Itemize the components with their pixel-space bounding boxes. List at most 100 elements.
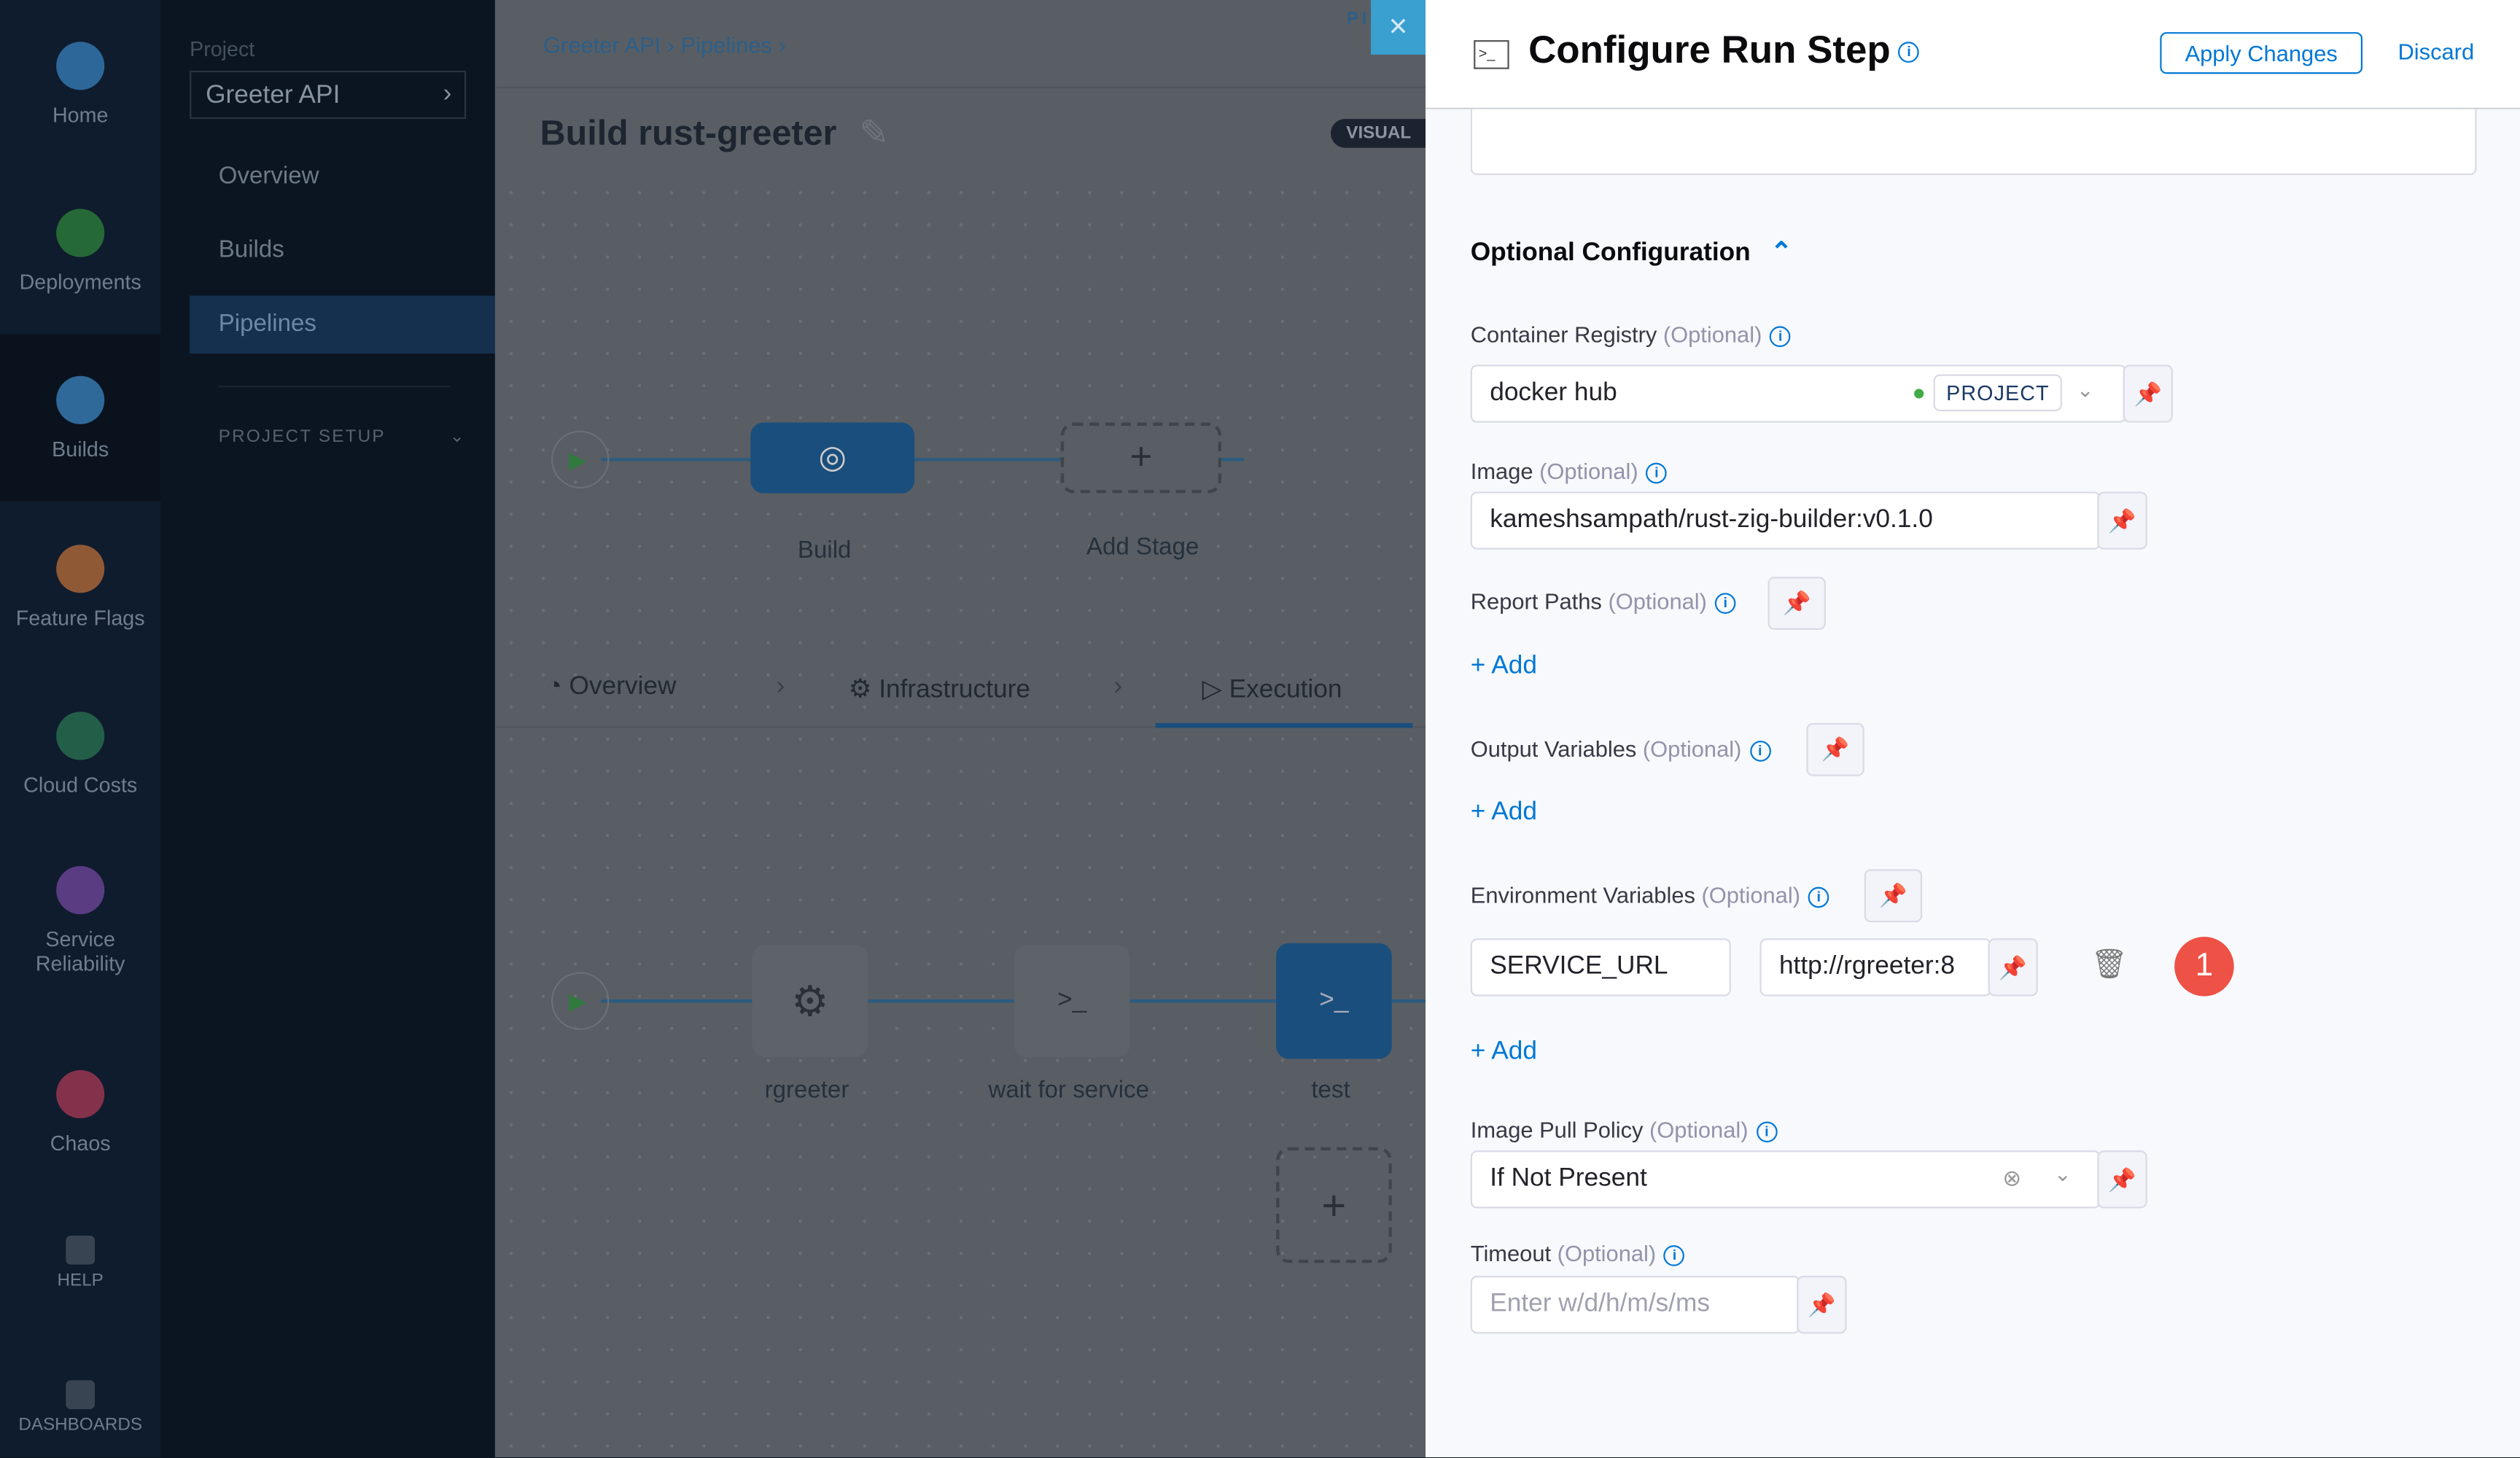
env-var-key-input[interactable]: SERVICE_URL	[1470, 938, 1731, 997]
discard-button[interactable]: Discard	[2398, 39, 2475, 64]
service-reliability-icon	[56, 866, 105, 915]
nav-item-builds[interactable]: Builds	[0, 334, 161, 502]
tab-infrastructure[interactable]: ⚙ Infrastructure	[849, 674, 1030, 706]
home-icon	[56, 41, 105, 90]
step-badge: 1	[2174, 936, 2234, 997]
pin-icon[interactable]: 📌	[1797, 1276, 1847, 1334]
nav-label: Chaos	[50, 1130, 111, 1155]
breadcrumb-greeter-api[interactable]: Greeter API	[543, 32, 661, 58]
pin-icon[interactable]: 📌	[1864, 869, 1923, 923]
sidebar-item-overview[interactable]: Overview	[190, 148, 495, 206]
nav-label: Cloud Costs	[23, 772, 138, 797]
nav-label: Feature Flags	[15, 604, 145, 629]
add-step-button[interactable]: +	[1276, 1147, 1392, 1263]
nav-label: Home	[52, 101, 109, 127]
nav-label: Service Reliability	[35, 927, 125, 975]
nav-item-chaos[interactable]: Chaos	[0, 1029, 160, 1196]
chevron-up-icon: ⌃	[1770, 239, 1792, 267]
terminal-icon: >_	[1474, 40, 1509, 69]
timeout-label: Timeout (Optional) i	[1471, 1241, 1685, 1266]
pin-icon[interactable]: 📌	[2123, 364, 2173, 423]
pin-icon[interactable]: 📌	[1988, 938, 2038, 997]
env-var-value-input[interactable]: http://rgreeter:8	[1759, 938, 1991, 997]
nav-item-dashboards[interactable]: DASHBOARDS	[0, 1357, 160, 1457]
clear-icon[interactable]: ⊗	[2002, 1165, 2021, 1192]
info-icon: i	[1664, 1244, 1685, 1266]
report-paths-label: Report Paths (Optional) i	[1471, 588, 1736, 614]
dashboards-icon	[66, 1380, 96, 1409]
nav-item-feature-flags[interactable]: Feature Flags	[0, 503, 160, 670]
image-label: Image (Optional) i	[1471, 458, 1668, 483]
nav-item-help[interactable]: HELP	[0, 1213, 160, 1313]
pipeline-studio: Greeter API › Pipelines › Build rust-gre…	[494, 0, 1428, 1458]
chevron-down-icon: ⌄	[449, 427, 467, 447]
visual-toggle[interactable]: VISUAL	[1330, 119, 1428, 148]
project-sidebar: Project Greeter API › Overview Builds Pip…	[160, 0, 495, 1458]
start-node: ▶	[551, 430, 610, 489]
cloud-costs-icon	[56, 711, 105, 760]
sidebar-item-builds[interactable]: Builds	[190, 222, 495, 279]
builds-icon	[56, 375, 105, 424]
add-report-path-button[interactable]: + Add	[1471, 652, 1537, 682]
chevron-right-icon: ›	[443, 80, 452, 108]
info-icon[interactable]: i	[1898, 42, 1920, 63]
step-rgreeter[interactable]: ⚙	[752, 945, 868, 1058]
sidebar-item-pipelines[interactable]: Pipelines	[190, 295, 495, 354]
image-input[interactable]: kameshsampath/rust-zig-builder:v0.1.0	[1470, 491, 2101, 550]
page-title: Build rust-greeter ✎	[540, 112, 890, 153]
pin-icon[interactable]: 📌	[1806, 722, 1864, 776]
close-icon[interactable]: ×	[1371, 0, 1426, 55]
info-icon: i	[1770, 325, 1792, 347]
nav-item-deployments[interactable]: Deployments	[0, 167, 160, 334]
container-registry-label: Container Registry (Optional) i	[1471, 321, 1792, 347]
pin-icon[interactable]: 📌	[2097, 491, 2147, 550]
edit-icon[interactable]: ✎	[860, 112, 890, 152]
add-stage-button[interactable]: +	[1060, 422, 1222, 494]
env-vars-label: Environment Variables (Optional) i	[1471, 882, 1829, 908]
add-env-var-button[interactable]: + Add	[1471, 1038, 1537, 1067]
nav-label: Builds	[52, 436, 109, 461]
nav-label: Deployments	[19, 269, 141, 294]
trash-icon[interactable]: 🗑	[2091, 948, 2128, 981]
tab-overview[interactable]: ◔ Overview	[546, 674, 676, 703]
pin-icon[interactable]: 📌	[1768, 577, 1826, 631]
status-dot	[1914, 389, 1924, 399]
tab-execution[interactable]: ▷ Execution	[1202, 674, 1342, 706]
deployments-icon	[56, 208, 105, 257]
add-output-variable-button[interactable]: + Add	[1471, 798, 1537, 827]
info-icon: i	[1714, 592, 1736, 614]
step-label: rgreeter	[764, 1076, 849, 1104]
start-node: ▶	[551, 972, 610, 1030]
command-editor[interactable]	[1470, 109, 2477, 176]
project-name: Greeter API	[206, 82, 341, 109]
chevron-down-icon: ⌄	[2076, 377, 2094, 402]
container-registry-select[interactable]: docker hub PROJECT ⌄	[1470, 364, 2127, 423]
nav-item-service-reliability[interactable]: Service Reliability	[0, 837, 160, 1004]
timeout-input[interactable]: Enter w/d/h/m/s/ms	[1470, 1276, 1800, 1334]
chaos-icon	[56, 1069, 105, 1118]
breadcrumb-pipelines[interactable]: Pipelines	[681, 32, 772, 58]
image-pull-policy-select[interactable]: If Not Present ⊗ ⌄	[1470, 1150, 2101, 1209]
nav-item-home[interactable]: Home	[0, 0, 160, 167]
nav-label: DASHBOARDS	[18, 1415, 143, 1435]
stage-build[interactable]: ◎	[750, 422, 915, 494]
divider	[218, 385, 451, 388]
info-icon: i	[1808, 886, 1829, 908]
feature-flags-icon	[56, 544, 105, 593]
pin-icon[interactable]: 📌	[2097, 1150, 2147, 1209]
breadcrumb: Greeter API › Pipelines ›	[542, 32, 786, 58]
project-selector[interactable]: Greeter API ›	[190, 70, 467, 120]
nav-item-cloud-costs[interactable]: Cloud Costs	[0, 670, 160, 837]
step-wait-for-service[interactable]: >_	[1014, 945, 1130, 1058]
info-icon: i	[1756, 1121, 1778, 1142]
project-setup-toggle[interactable]: PROJECT SETUP ⌄	[219, 426, 467, 447]
step-test[interactable]: >_	[1276, 943, 1392, 1059]
optional-config-toggle[interactable]: Optional Configuration ⌃	[1471, 236, 1792, 268]
chevron-right-icon: ›	[776, 673, 785, 701]
pipeline-canvas: ▶ ◎ + Build Add Stage ◔ Overview › ⚙ Inf…	[494, 176, 1428, 1458]
project-label: Project	[190, 36, 255, 61]
nav-label: HELP	[57, 1271, 104, 1290]
step-label: wait for service	[988, 1076, 1149, 1104]
apply-changes-button[interactable]: Apply Changes	[2160, 32, 2363, 74]
configure-run-step-panel: >_ Configure Run Step i Apply Changes Dis…	[1426, 0, 2520, 1458]
